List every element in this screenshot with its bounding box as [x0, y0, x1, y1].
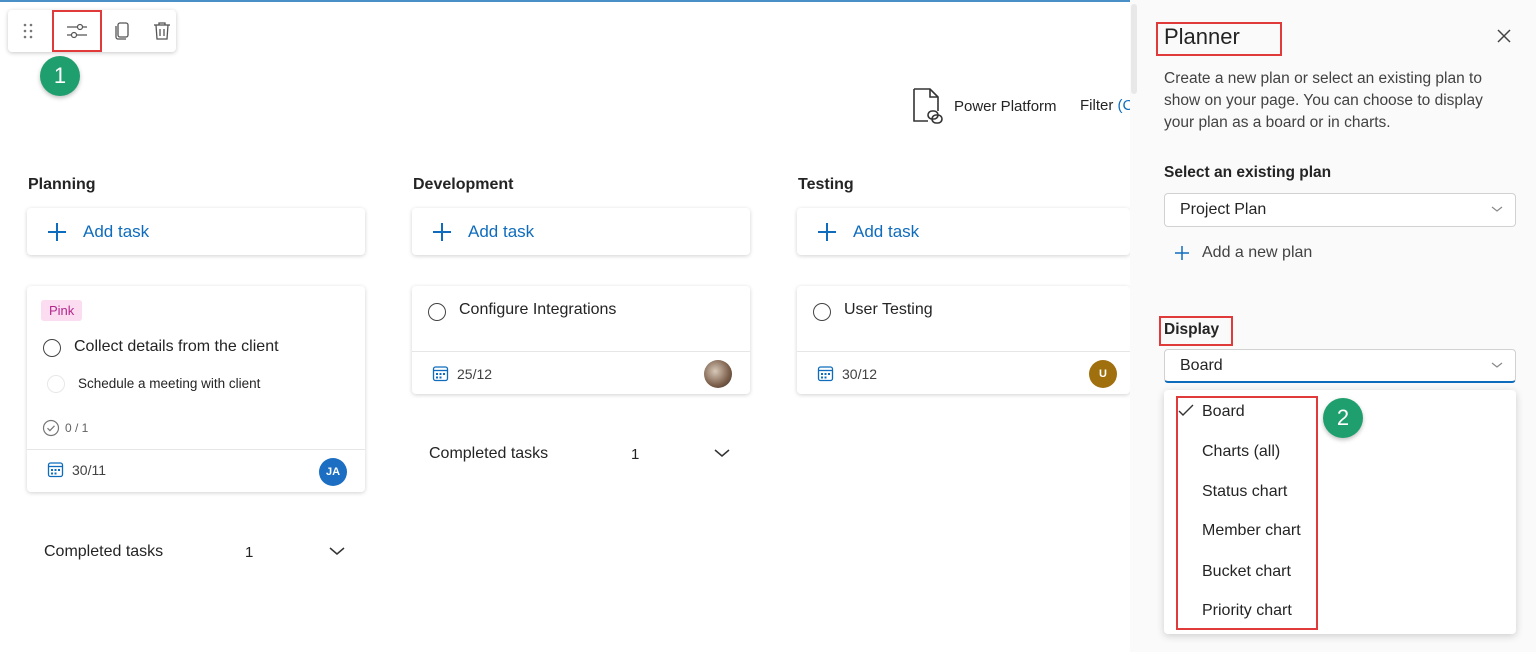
display-option-charts-all[interactable]: Charts (all)	[1202, 443, 1280, 461]
checklist-progress-text: 0 / 1	[65, 421, 89, 435]
bucket-title-testing: Testing	[798, 176, 854, 193]
plus-icon	[432, 222, 452, 242]
add-task-button-testing[interactable]: Add task	[797, 208, 1130, 255]
assignee-avatar-photo[interactable]	[704, 360, 732, 388]
add-task-button-development[interactable]: Add task	[412, 208, 750, 255]
complete-task-checkbox[interactable]	[43, 339, 61, 357]
display-option-board[interactable]: Board	[1202, 403, 1245, 421]
calendar-icon	[47, 462, 64, 478]
assignee-avatar[interactable]: JA	[319, 458, 347, 486]
bucket-title-development: Development	[413, 176, 514, 193]
completed-tasks-count: 1	[631, 446, 640, 463]
due-date-text: 30/12	[842, 365, 878, 382]
complete-task-checkbox[interactable]	[813, 303, 831, 321]
task-card-collect-details[interactable]: Pink Collect details from the client Sch…	[27, 286, 365, 492]
due-date-text: 25/12	[457, 365, 493, 382]
power-platform-link[interactable]: Power Platform	[910, 86, 1057, 126]
task-title: Configure Integrations	[459, 301, 617, 318]
task-title: Collect details from the client	[74, 338, 279, 355]
select-plan-label: Select an existing plan	[1164, 164, 1332, 181]
copy-icon	[115, 22, 129, 40]
highlight-box-options	[1176, 396, 1318, 630]
card-divider	[412, 351, 750, 352]
bucket-title-planning: Planning	[28, 176, 96, 193]
delete-button[interactable]	[146, 10, 178, 52]
completed-tasks-label: Completed tasks	[429, 445, 549, 462]
chevron-down-icon	[329, 547, 345, 555]
add-new-plan-label: Add a new plan	[1202, 244, 1313, 261]
label-tag: Pink	[41, 300, 83, 321]
add-task-button-planning[interactable]: Add task	[27, 208, 365, 255]
card-divider	[797, 351, 1130, 352]
completed-tasks-count: 1	[245, 544, 254, 561]
chevron-down-icon	[1491, 362, 1503, 368]
step-1-badge: 1	[40, 56, 80, 96]
chevron-down-icon	[714, 449, 730, 457]
plan-dropdown-value: Project Plan	[1180, 201, 1267, 218]
edit-properties-button[interactable]	[52, 10, 102, 52]
display-option-member-chart[interactable]: Member chart	[1202, 522, 1301, 540]
task-card-user-testing[interactable]: User Testing 30/12 U	[797, 286, 1130, 394]
copy-button[interactable]	[106, 10, 138, 52]
checklist-item: Schedule a meeting with client	[78, 376, 261, 391]
checklist-checkbox[interactable]	[47, 375, 65, 393]
due-date-text: 30/11	[72, 461, 106, 478]
web-part-toolbar	[8, 10, 176, 52]
drag-handle-icon[interactable]	[16, 10, 40, 52]
checklist-progress: 0 / 1	[42, 419, 88, 437]
plus-icon	[1175, 246, 1189, 260]
display-dropdown[interactable]: Board	[1164, 349, 1516, 383]
add-task-label: Add task	[468, 221, 535, 241]
step-2-badge: 2	[1323, 398, 1363, 438]
completed-tasks-label: Completed tasks	[44, 543, 164, 560]
checkmark-icon	[1178, 404, 1194, 416]
trash-icon	[154, 22, 170, 40]
scrollbar[interactable]	[1128, 0, 1140, 100]
display-label: Display	[1164, 321, 1220, 338]
panel-description: Create a new plan or select an existing …	[1164, 70, 1483, 131]
settings-sliders-icon	[67, 23, 87, 39]
task-title: User Testing	[844, 301, 933, 318]
document-link-icon	[913, 88, 943, 124]
calendar-icon	[817, 366, 834, 382]
due-date: 30/12	[817, 365, 877, 382]
display-dropdown-value: Board	[1180, 356, 1223, 374]
display-option-priority-chart[interactable]: Priority chart	[1202, 602, 1292, 620]
card-divider	[27, 449, 365, 450]
due-date: 30/11	[47, 461, 106, 478]
calendar-icon	[432, 366, 449, 382]
close-icon[interactable]	[1496, 28, 1512, 44]
display-option-bucket-chart[interactable]: Bucket chart	[1202, 563, 1291, 581]
complete-task-checkbox[interactable]	[428, 303, 446, 321]
check-circle-icon	[42, 419, 60, 437]
chevron-down-icon	[1491, 206, 1503, 212]
add-task-label: Add task	[83, 221, 150, 241]
due-date: 25/12	[432, 365, 492, 382]
display-option-status-chart[interactable]: Status chart	[1202, 483, 1287, 501]
assignee-avatar[interactable]: U	[1089, 360, 1117, 388]
filter-button[interactable]: Filter (C	[1080, 97, 1130, 114]
filter-label: Filter	[1080, 97, 1114, 114]
plus-icon	[817, 222, 837, 242]
top-border	[0, 0, 1130, 2]
panel-title: Planner	[1164, 24, 1240, 49]
add-task-label: Add task	[853, 221, 920, 241]
task-card-configure-integrations[interactable]: Configure Integrations 25/12	[412, 286, 750, 394]
add-new-plan-button[interactable]: Add a new plan	[1174, 244, 1312, 262]
plan-dropdown[interactable]: Project Plan	[1164, 193, 1516, 227]
plus-icon	[47, 222, 67, 242]
power-platform-label: Power Platform	[954, 97, 1057, 115]
